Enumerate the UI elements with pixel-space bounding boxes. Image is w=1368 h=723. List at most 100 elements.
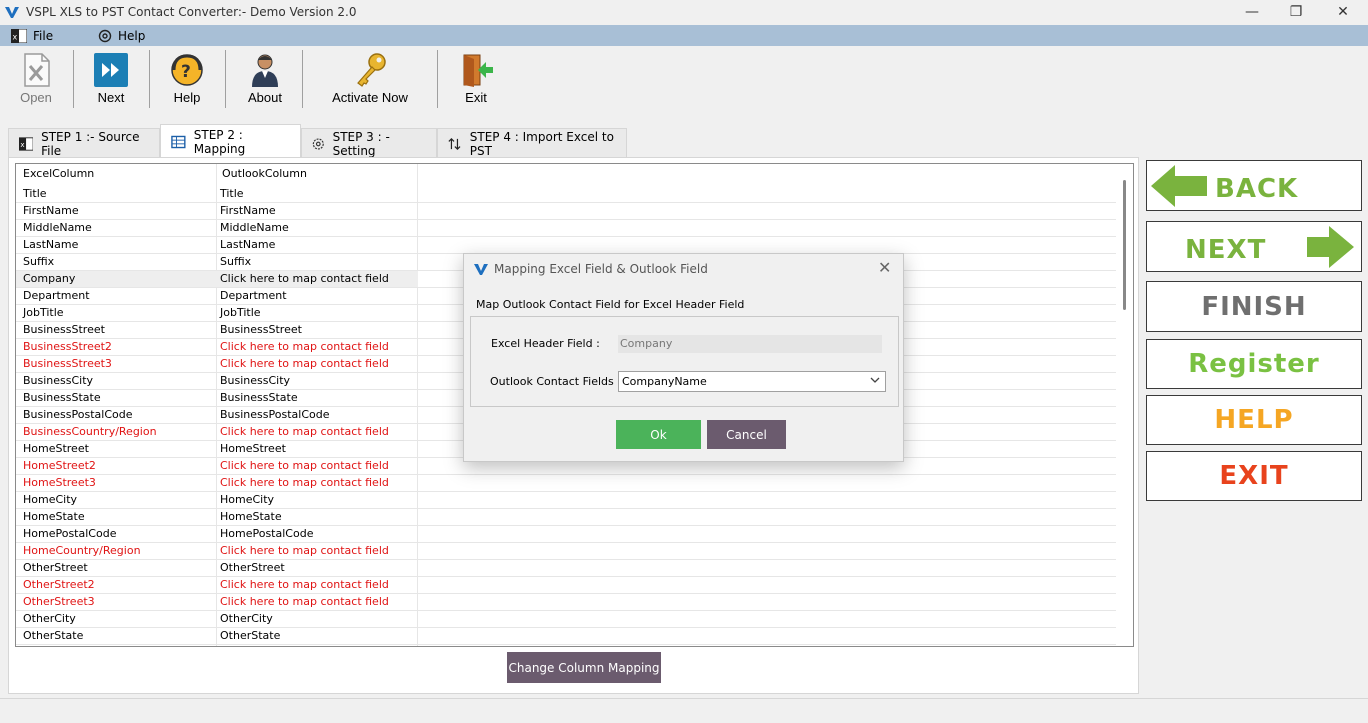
outlook-column-cell[interactable]: Click here to map contact field — [220, 544, 389, 557]
table-row[interactable]: OtherStreet3 Click here to map contact fi… — [16, 594, 1116, 611]
excel-column-cell[interactable]: BusinessStreet — [23, 323, 105, 336]
table-row[interactable]: HomeCity HomeCity — [16, 492, 1116, 509]
tab-mapping[interactable]: STEP 2 : Mapping — [160, 124, 301, 158]
outlook-column-cell[interactable]: HomeCity — [220, 493, 274, 506]
register-button[interactable]: Register — [1146, 339, 1362, 389]
grid-scrollbar[interactable] — [1117, 164, 1133, 646]
table-row[interactable]: HomeStreet3 Click here to map contact fie… — [16, 475, 1116, 492]
table-row[interactable]: Title Title — [16, 186, 1116, 203]
exit-toolbar-button[interactable]: Exit — [458, 50, 494, 106]
excel-column-cell[interactable]: BusinessCity — [23, 374, 93, 387]
excel-column-cell[interactable]: MiddleName — [23, 221, 92, 234]
outlook-column-cell[interactable]: Click here to map contact field — [220, 578, 389, 591]
minimize-button[interactable]: — — [1229, 0, 1275, 25]
outlook-column-cell[interactable]: Suffix — [220, 255, 251, 268]
table-row[interactable]: OtherStreet OtherStreet — [16, 560, 1116, 577]
outlook-column-cell[interactable]: Click here to map contact field — [220, 272, 389, 285]
outlook-column-cell[interactable]: Click here to map contact field — [220, 425, 389, 438]
outlook-column-cell[interactable]: BusinessState — [220, 391, 298, 404]
excel-column-cell[interactable]: HomeStreet — [23, 442, 89, 455]
table-row[interactable]: HomeState HomeState — [16, 509, 1116, 526]
outlook-column-cell[interactable]: OtherCity — [220, 612, 273, 625]
header-excel-column[interactable]: ExcelColumn — [23, 167, 94, 180]
scrollbar-thumb[interactable] — [1123, 180, 1126, 310]
ok-button[interactable]: Ok — [616, 420, 701, 449]
back-button[interactable]: BACK — [1146, 160, 1362, 211]
tab-import-excel-to-pst[interactable]: STEP 4 : Import Excel to PST — [437, 128, 627, 158]
table-row[interactable]: MiddleName MiddleName — [16, 220, 1116, 237]
outlook-column-cell[interactable]: LastName — [220, 238, 275, 251]
outlook-column-cell[interactable]: Click here to map contact field — [220, 357, 389, 370]
outlook-column-cell[interactable]: Click here to map contact field — [220, 476, 389, 489]
exit-side-button[interactable]: EXIT — [1146, 451, 1362, 501]
excel-column-cell[interactable]: Suffix — [23, 255, 54, 268]
menu-help-label: Help — [118, 28, 146, 43]
close-window-button[interactable]: ✕ — [1320, 0, 1366, 25]
outlook-column-cell[interactable]: BusinessStreet — [220, 323, 302, 336]
outlook-column-cell[interactable]: Click here to map contact field — [220, 340, 389, 353]
table-row[interactable]: FirstName FirstName — [16, 203, 1116, 220]
excel-column-cell[interactable]: HomeStreet2 — [23, 459, 96, 472]
outlook-column-cell[interactable]: BusinessCity — [220, 374, 290, 387]
excel-column-cell[interactable]: HomeCountry/Region — [23, 544, 141, 557]
finish-button[interactable]: FINISH — [1146, 281, 1362, 332]
outlook-column-cell[interactable]: OtherStreet — [220, 561, 285, 574]
excel-column-cell[interactable]: Department — [23, 289, 90, 302]
help-toolbar-button[interactable]: ? Help — [165, 50, 209, 106]
excel-column-cell[interactable]: Title — [23, 187, 47, 200]
outlook-column-cell[interactable]: FirstName — [220, 204, 276, 217]
outlook-column-cell[interactable]: Title — [220, 187, 244, 200]
outlook-contact-fields-select[interactable]: CompanyName — [618, 371, 886, 392]
excel-column-cell[interactable]: BusinessState — [23, 391, 101, 404]
excel-column-cell[interactable]: OtherCity — [23, 612, 76, 625]
outlook-column-cell[interactable]: Department — [220, 289, 287, 302]
excel-column-cell[interactable]: BusinessStreet2 — [23, 340, 112, 353]
help-side-button[interactable]: HELP — [1146, 395, 1362, 445]
excel-column-cell[interactable]: HomePostalCode — [23, 527, 116, 540]
excel-column-cell[interactable]: OtherState — [23, 629, 83, 642]
outlook-column-cell[interactable]: HomeState — [220, 510, 282, 523]
restore-button[interactable]: ❐ — [1273, 0, 1319, 25]
excel-column-cell[interactable]: OtherStreet2 — [23, 578, 95, 591]
tab-source-file[interactable]: x STEP 1 :- Source File — [8, 128, 160, 158]
outlook-column-cell[interactable]: JobTitle — [220, 306, 261, 319]
excel-column-cell[interactable]: BusinessCountry/Region — [23, 425, 157, 438]
change-column-mapping-button[interactable]: Change Column Mapping — [507, 652, 661, 683]
excel-column-cell[interactable]: BusinessStreet3 — [23, 357, 112, 370]
excel-column-cell[interactable]: HomeCity — [23, 493, 77, 506]
outlook-column-cell[interactable]: Click here to map contact field — [220, 595, 389, 608]
outlook-column-cell[interactable]: HomeStreet — [220, 442, 286, 455]
activate-now-button[interactable]: Activate Now — [330, 50, 410, 106]
excel-column-cell[interactable]: FirstName — [23, 204, 79, 217]
excel-column-cell[interactable]: Company — [23, 272, 75, 285]
table-row[interactable]: HomeCountry/Region Click here to map cont… — [16, 543, 1116, 560]
menu-file[interactable]: x File — [11, 27, 53, 44]
next-toolbar-button[interactable]: Next — [88, 50, 134, 106]
excel-column-cell[interactable]: HomeStreet3 — [23, 476, 96, 489]
table-row[interactable]: OtherState OtherState — [16, 628, 1116, 645]
outlook-column-cell[interactable]: Click here to map contact field — [220, 459, 389, 472]
open-button[interactable]: Open — [10, 50, 62, 106]
table-row[interactable]: OtherCity OtherCity — [16, 611, 1116, 628]
excel-column-cell[interactable]: JobTitle — [23, 306, 64, 319]
table-row[interactable]: HomePostalCode HomePostalCode — [16, 526, 1116, 543]
cancel-button[interactable]: Cancel — [707, 420, 786, 449]
table-row[interactable]: OtherStreet2 Click here to map contact fi… — [16, 577, 1116, 594]
outlook-column-cell[interactable]: BusinessPostalCode — [220, 408, 329, 421]
excel-column-cell[interactable]: HomeState — [23, 510, 85, 523]
excel-column-cell[interactable]: BusinessPostalCode — [23, 408, 132, 421]
excel-column-cell[interactable]: OtherStreet — [23, 561, 88, 574]
excel-column-cell[interactable]: OtherStreet3 — [23, 595, 95, 608]
excel-column-cell[interactable]: LastName — [23, 238, 78, 251]
tab-setting[interactable]: STEP 3 : - Setting — [301, 128, 437, 158]
next-button[interactable]: NEXT — [1146, 221, 1362, 272]
outlook-column-cell[interactable]: HomePostalCode — [220, 527, 313, 540]
about-button[interactable]: About — [242, 50, 288, 106]
outlook-column-cell[interactable]: MiddleName — [220, 221, 289, 234]
gear-icon — [98, 29, 112, 42]
outlook-column-cell[interactable]: OtherState — [220, 629, 280, 642]
menu-help[interactable]: Help — [98, 27, 145, 44]
table-row[interactable]: LastName LastName — [16, 237, 1116, 254]
header-outlook-column[interactable]: OutlookColumn — [222, 167, 307, 180]
dialog-close-button[interactable]: ✕ — [878, 258, 891, 277]
